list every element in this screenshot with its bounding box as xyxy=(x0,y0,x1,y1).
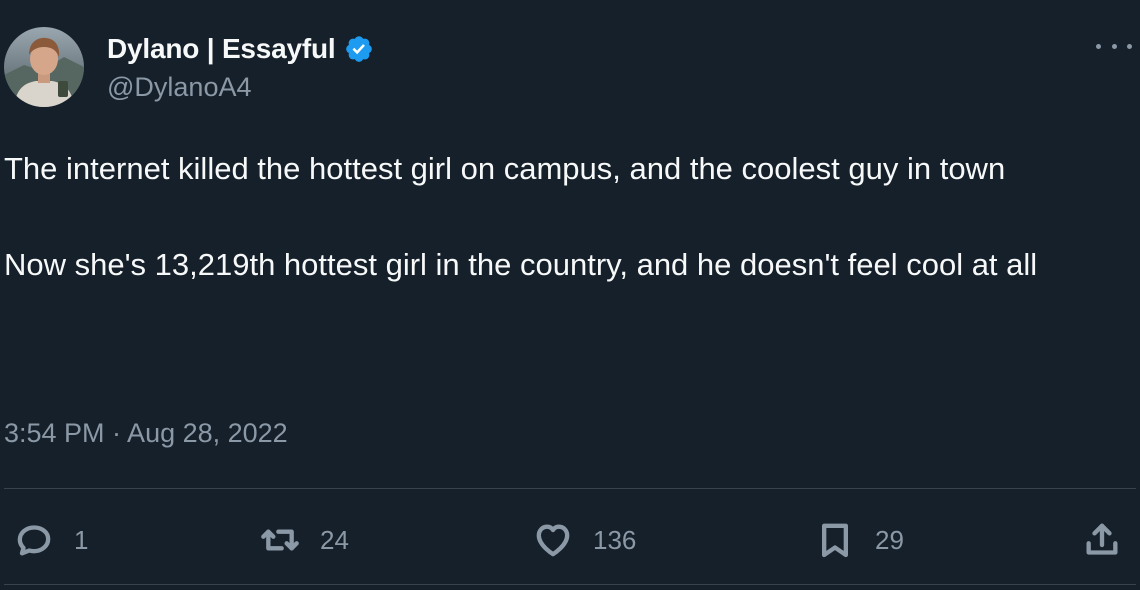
more-dot xyxy=(1127,43,1132,49)
like-button[interactable]: 136 xyxy=(533,515,636,565)
author-name-row: Dylano | Essayful xyxy=(107,30,374,68)
share-button[interactable] xyxy=(1082,515,1122,565)
retweet-icon xyxy=(261,529,299,551)
like-count: 136 xyxy=(593,524,637,555)
heart-icon xyxy=(536,524,570,557)
retweet-button[interactable]: 24 xyxy=(260,515,349,565)
reply-count: 1 xyxy=(74,524,89,555)
more-dot xyxy=(1111,43,1117,49)
tweet-paragraph: The internet killed the hottest girl on … xyxy=(4,151,1006,186)
bookmark-count: 29 xyxy=(875,524,904,555)
avatar-image xyxy=(4,27,84,107)
retweet-count: 24 xyxy=(320,524,349,555)
divider xyxy=(4,488,1136,489)
tweet-paragraph: Now she's 13,219th hottest girl in the c… xyxy=(4,247,1038,282)
reply-icon xyxy=(17,525,51,556)
more-dot xyxy=(1096,43,1101,49)
avatar[interactable] xyxy=(4,27,84,107)
author-handle[interactable]: @DylanoA4 xyxy=(107,72,251,103)
tweet-timestamp[interactable]: 3:54 PM · Aug 28, 2022 xyxy=(4,418,288,449)
bookmark-icon xyxy=(822,523,848,558)
action-bar: 1 24 136 29 xyxy=(0,515,1140,565)
bookmark-button[interactable]: 29 xyxy=(815,515,904,565)
tweet-card: Dylano | Essayful @DylanoA4 The internet… xyxy=(0,0,1140,590)
tweet-text: The internet killed the hottest girl on … xyxy=(4,145,1134,289)
divider xyxy=(4,584,1136,585)
more-icon[interactable] xyxy=(1096,34,1132,58)
share-icon xyxy=(1086,523,1118,555)
reply-button[interactable]: 1 xyxy=(14,515,88,565)
author-display-name[interactable]: Dylano | Essayful xyxy=(107,33,336,65)
verified-badge-icon xyxy=(345,36,372,62)
